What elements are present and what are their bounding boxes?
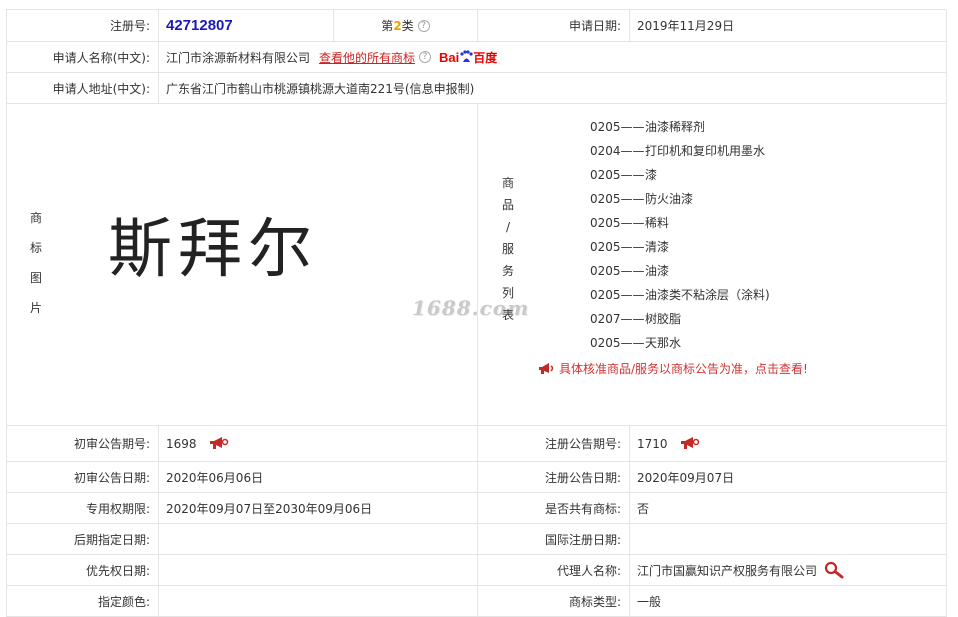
- megaphone-icon[interactable]: [680, 437, 700, 450]
- image-label-char: 商: [30, 211, 43, 225]
- exclusive-period-value: 2020年09月07日至2030年09月06日: [159, 493, 478, 524]
- prelim-issue-cell: 1698: [159, 426, 478, 462]
- help-icon[interactable]: ?: [419, 51, 432, 63]
- applicant-addr-label: 申请人地址(中文):: [7, 73, 159, 104]
- megaphone-icon: [539, 362, 554, 374]
- image-label-char: 片: [30, 301, 43, 315]
- prelim-date-label: 初审公告日期:: [7, 462, 159, 493]
- reg-no-label: 注册号:: [7, 10, 159, 42]
- priority-date-value: [159, 555, 478, 586]
- image-label-char: 标: [30, 241, 43, 255]
- goods-item: 0204——打印机和复印机用墨水: [590, 141, 770, 165]
- reg-date-label: 注册公告日期:: [478, 462, 630, 493]
- goods-label-char: 表: [502, 308, 515, 322]
- agent-cell: 江门市国赢知识产权服务有限公司: [630, 555, 947, 586]
- goods-name: 树胶脂: [645, 312, 682, 326]
- agent-label: 代理人名称:: [478, 555, 630, 586]
- goods-item: 0205——天那水: [590, 333, 770, 357]
- applicant-name-cell: 江门市涂源新材料有限公司 查看他的所有商标 ? Bai 百度: [159, 42, 947, 73]
- prelim-date-value: 2020年06月06日: [159, 462, 478, 493]
- shared-mark-value: 否: [630, 493, 947, 524]
- applicant-addr-value: 广东省江门市鹤山市桃源镇桃源大道南221号(信息申报制): [159, 73, 947, 104]
- agent-value: 江门市国赢知识产权服务有限公司: [637, 563, 818, 578]
- baidu-paw-icon: [460, 50, 473, 62]
- goods-code: 0205——: [590, 192, 645, 206]
- goods-name: 稀料: [645, 216, 670, 230]
- baidu-cn-text: 百度: [473, 50, 498, 65]
- goods-name: 油漆: [645, 264, 670, 278]
- help-icon[interactable]: ?: [417, 19, 430, 32]
- mark-type-label: 商标类型:: [478, 586, 630, 617]
- all-marks-link[interactable]: 查看他的所有商标: [319, 49, 415, 66]
- goods-code: 0205——: [590, 120, 645, 134]
- goods-code: 0205——: [590, 264, 645, 278]
- goods-name: 清漆: [645, 240, 670, 254]
- goods-notice-link[interactable]: 具体核准商品/服务以商标公告为准，点击查看!: [538, 360, 808, 377]
- intl-date-label: 国际注册日期:: [478, 524, 630, 555]
- image-label-char: 图: [30, 271, 43, 285]
- goods-label-char: 品: [502, 198, 515, 212]
- goods-code: 0205——: [590, 288, 645, 302]
- class-cell: 第2类 ?: [334, 10, 478, 42]
- reg-issue-value: 1710: [637, 436, 668, 451]
- goods-item: 0205——防火油漆: [590, 189, 770, 213]
- later-date-label: 后期指定日期:: [7, 524, 159, 555]
- goods-name: 天那水: [645, 336, 682, 350]
- goods-label-char: 商: [502, 176, 515, 190]
- reg-issue-label: 注册公告期号:: [478, 426, 630, 462]
- color-value: [159, 586, 478, 617]
- goods-list: 0205——油漆稀释剂 0204——打印机和复印机用墨水 0205——漆 020…: [590, 117, 770, 357]
- megaphone-icon[interactable]: [209, 437, 229, 450]
- reg-no-cell: 42712807: [159, 10, 334, 42]
- goods-list-label: 商 品 / 服 务 列 表: [502, 172, 514, 326]
- class-prefix: 第: [381, 19, 394, 33]
- color-label: 指定颜色:: [7, 586, 159, 617]
- later-date-value: [159, 524, 478, 555]
- intl-date-value: [630, 524, 947, 555]
- goods-item: 0205——漆: [590, 165, 770, 189]
- goods-item: 0205——稀料: [590, 213, 770, 237]
- goods-item: 0205——油漆: [590, 261, 770, 285]
- reg-date-value: 2020年09月07日: [630, 462, 947, 493]
- goods-label-char: 服: [502, 242, 515, 256]
- goods-code: 0207——: [590, 312, 645, 326]
- goods-name: 漆: [645, 168, 658, 182]
- reg-no-value: 42712807: [166, 17, 233, 34]
- trademark-image: 斯拜尔: [108, 213, 318, 287]
- goods-name: 油漆类不粘涂层（涂料): [645, 288, 770, 302]
- goods-code: 0205——: [590, 240, 645, 254]
- shared-mark-label: 是否共有商标:: [478, 493, 630, 524]
- applicant-name-value: 江门市涂源新材料有限公司: [166, 50, 311, 65]
- goods-code: 0204——: [590, 144, 645, 158]
- applicant-name-label: 申请人名称(中文):: [7, 42, 159, 73]
- goods-code: 0205——: [590, 216, 645, 230]
- trademark-image-label: 商 标 图 片: [30, 203, 42, 323]
- goods-name: 油漆稀释剂: [645, 120, 706, 134]
- apply-date-value: 2019年11月29日: [630, 10, 947, 42]
- goods-item: 0205——油漆稀释剂: [590, 117, 770, 141]
- prelim-issue-value: 1698: [166, 436, 197, 451]
- goods-name: 打印机和复印机用墨水: [645, 144, 766, 158]
- exclusive-period-label: 专用权期限:: [7, 493, 159, 524]
- goods-code: 0205——: [590, 336, 645, 350]
- mark-type-value: 一般: [630, 586, 947, 617]
- goods-item: 0205——油漆类不粘涂层（涂料): [590, 285, 770, 309]
- apply-date-label: 申请日期:: [478, 10, 630, 42]
- goods-code: 0205——: [590, 168, 645, 182]
- goods-notice-text: 具体核准商品/服务以商标公告为准，点击查看!: [559, 362, 808, 376]
- goods-label-char: /: [505, 220, 511, 234]
- search-icon[interactable]: [823, 561, 845, 579]
- goods-label-char: 务: [502, 264, 515, 278]
- reg-issue-cell: 1710: [630, 426, 947, 462]
- goods-item: 0207——树胶脂: [590, 309, 770, 333]
- baidu-search-button[interactable]: Bai 百度: [439, 49, 497, 66]
- goods-name: 防火油漆: [645, 192, 694, 206]
- goods-label-char: 列: [502, 286, 515, 300]
- class-number: 2: [393, 18, 402, 33]
- goods-item: 0205——清漆: [590, 237, 770, 261]
- baidu-logo-text: Bai: [439, 49, 460, 65]
- priority-date-label: 优先权日期:: [7, 555, 159, 586]
- prelim-issue-label: 初审公告期号:: [7, 426, 159, 462]
- class-suffix: 类: [401, 19, 414, 33]
